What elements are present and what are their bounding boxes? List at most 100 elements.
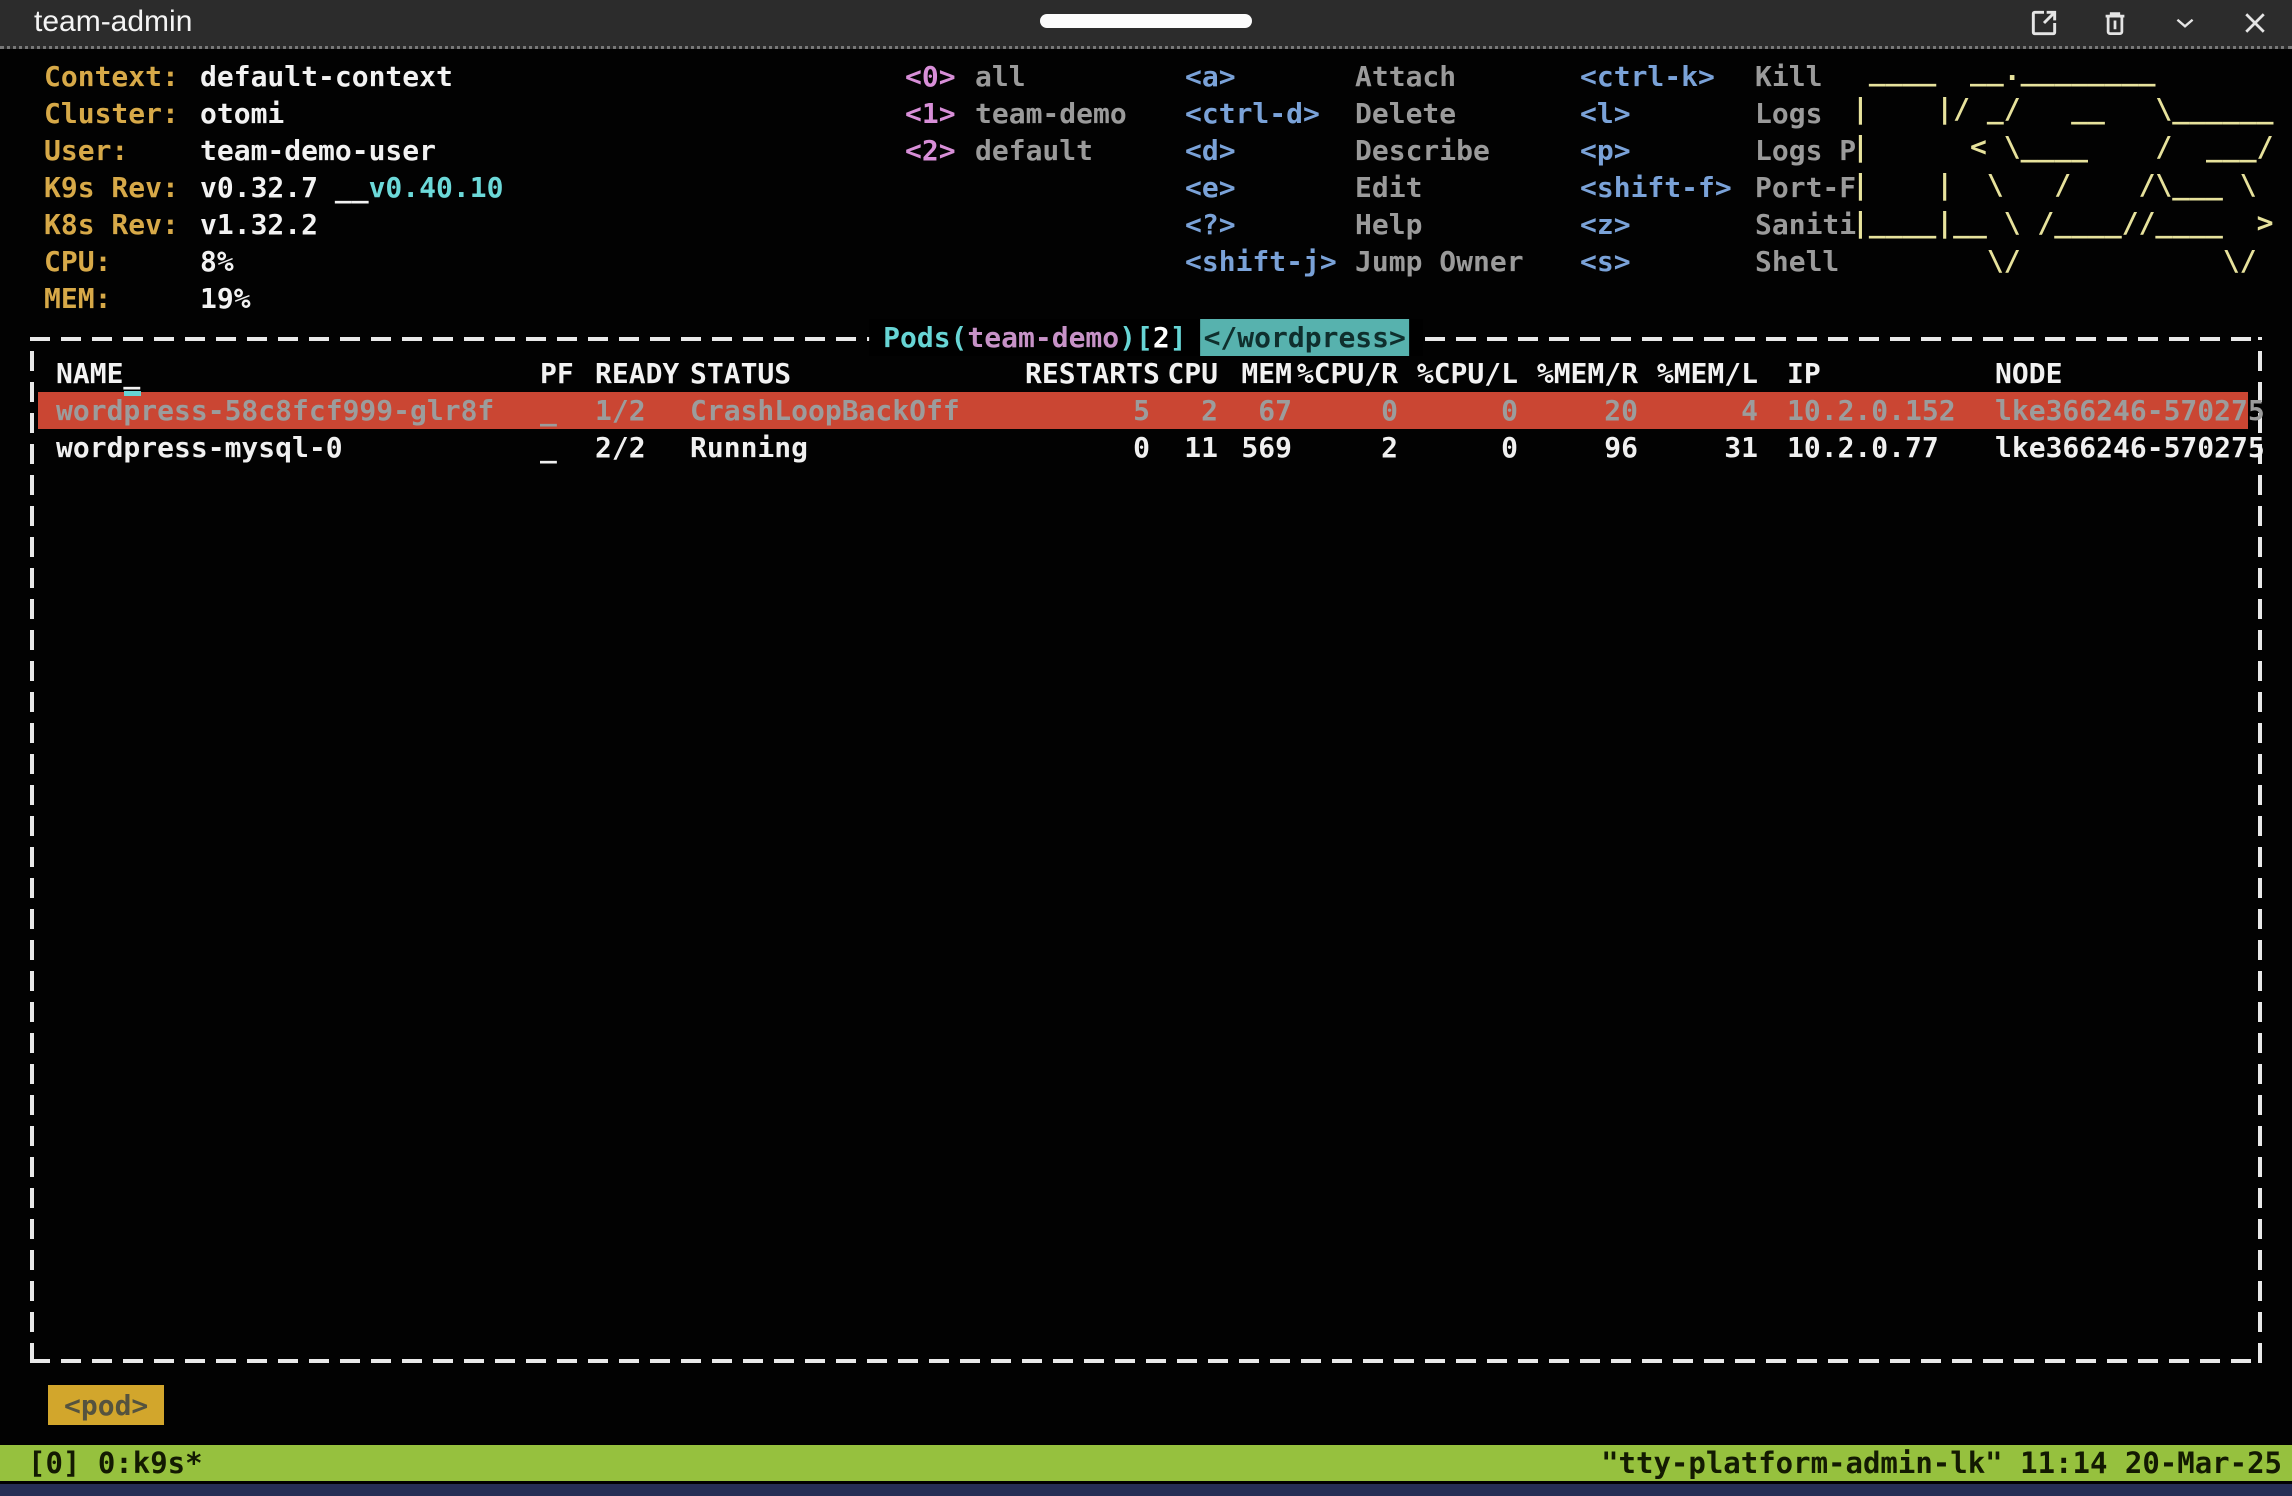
hotkey-label: Jump Owner <box>1355 243 1524 280</box>
info-row-user: User: team-demo-user <box>44 132 503 169</box>
command-shell[interactable]: <s> Shell <box>1580 243 1856 280</box>
command-logs-previous[interactable]: <p> Logs P <box>1580 132 1856 169</box>
bottom-strip <box>0 1484 2292 1496</box>
namespace-item-all[interactable]: <0> all <box>905 58 1127 95</box>
hotkey-label: Edit <box>1355 169 1422 206</box>
col-header-mem: MEM <box>1218 355 1292 392</box>
command-menu-col2: <ctrl-k> Kill <l> Logs <p> Logs P <shift… <box>1580 58 1856 280</box>
hotkey: <0> <box>905 58 975 95</box>
close-icon[interactable] <box>2240 8 2270 38</box>
table-header-row: NAME_ PF READY STATUS RESTARTS CPU MEM %… <box>38 355 2248 392</box>
info-label: K9s Rev: <box>44 169 200 206</box>
open-in-new-icon[interactable] <box>2028 7 2060 39</box>
hotkey-label: Logs <box>1755 95 1822 132</box>
hotkey: <?> <box>1185 206 1355 243</box>
pods-breadcrumb: Pods(team-demo)[2]</wordpress> <box>869 319 1423 356</box>
hotkey-label: team-demo <box>975 95 1127 132</box>
hotkey: <1> <box>905 95 975 132</box>
pod-mem: 569 <box>1218 429 1292 466</box>
pod-node: lke366246-570275 <box>1968 429 2265 466</box>
hotkey-label: Port-F <box>1755 169 1856 206</box>
hotkey: <d> <box>1185 132 1355 169</box>
command-kill[interactable]: <ctrl-k> Kill <box>1580 58 1856 95</box>
info-row-cluster: Cluster: otomi <box>44 95 503 132</box>
col-header-ready: READY <box>595 355 690 392</box>
command-help[interactable]: <?> Help <box>1185 206 1524 243</box>
col-header-pcpu-l: %CPU/L <box>1398 355 1518 392</box>
hotkey-label: Kill <box>1755 58 1822 95</box>
info-label: Cluster: <box>44 95 200 132</box>
col-header-name: NAME_ <box>38 355 540 392</box>
col-header-status: STATUS <box>690 355 1025 392</box>
col-header-pmem-l: %MEM/L <box>1638 355 1758 392</box>
namespace-item-team-demo[interactable]: <1> team-demo <box>905 95 1127 132</box>
command-menu-col1: <a> Attach <ctrl-d> Delete <d> Describe … <box>1185 58 1524 280</box>
col-header-label: NAME_ <box>56 357 140 390</box>
hotkey: <a> <box>1185 58 1355 95</box>
pod-ip: 10.2.0.77 <box>1758 429 1968 466</box>
col-header-pmem-r: %MEM/R <box>1518 355 1638 392</box>
command-port-forward[interactable]: <shift-f> Port-F <box>1580 169 1856 206</box>
k9s-upgrade-version: v0.40.10 <box>369 171 504 204</box>
command-delete[interactable]: <ctrl-d> Delete <box>1185 95 1524 132</box>
window-title: team-admin <box>34 5 192 39</box>
info-label: K8s Rev: <box>44 206 200 243</box>
command-describe[interactable]: <d> Describe <box>1185 132 1524 169</box>
col-header-node: NODE <box>1968 355 2248 392</box>
info-value: default-context <box>200 58 453 95</box>
info-row-k8s-rev: K8s Rev: v1.32.2 <box>44 206 503 243</box>
pod-restarts: 5 <box>1025 392 1150 429</box>
info-value: 19% <box>200 280 251 317</box>
table-row[interactable]: wordpress-58c8fcf999-glr8f _ 1/2 CrashLo… <box>38 392 2248 429</box>
info-value: v1.32.2 <box>200 206 318 243</box>
pod-pcpu-l: 0 <box>1398 429 1518 466</box>
hotkey-label: Describe <box>1355 132 1490 169</box>
col-header-pcpu-r: %CPU/R <box>1292 355 1398 392</box>
pod-pf: _ <box>540 392 595 429</box>
trash-icon[interactable] <box>2100 7 2130 39</box>
k9s-terminal: Context: default-context Cluster: otomi … <box>0 49 2292 1496</box>
info-value: otomi <box>200 95 284 132</box>
hotkey-label: Attach <box>1355 58 1456 95</box>
namespace-hotkeys: <0> all <1> team-demo <2> default <box>905 58 1127 169</box>
command-jump-owner[interactable]: <shift-j> Jump Owner <box>1185 243 1524 280</box>
hotkey-label: all <box>975 58 1026 95</box>
hotkey: <z> <box>1580 206 1755 243</box>
pod-pcpu-r: 0 <box>1292 392 1398 429</box>
hotkey-label: Help <box>1355 206 1422 243</box>
hotkey-label: Shell <box>1755 243 1839 280</box>
info-row-context: Context: default-context <box>44 58 503 95</box>
info-label: CPU: <box>44 243 200 280</box>
command-sanitize[interactable]: <z> Saniti <box>1580 206 1856 243</box>
info-value: v0.32.7 __v0.40.10 <box>200 169 503 206</box>
table-row[interactable]: wordpress-mysql-0 _ 2/2 Running 0 11 569… <box>38 429 2248 466</box>
hotkey-label: Delete <box>1355 95 1456 132</box>
filter-chip: </wordpress> <box>1201 319 1409 356</box>
cluster-info: Context: default-context Cluster: otomi … <box>44 58 503 317</box>
col-header-cpu: CPU <box>1150 355 1218 392</box>
hotkey-label: default <box>975 132 1093 169</box>
pod-ready: 1/2 <box>595 392 690 429</box>
command-edit[interactable]: <e> Edit <box>1185 169 1524 206</box>
drag-handle[interactable] <box>1040 14 1252 28</box>
pod-pmem-r: 96 <box>1518 429 1638 466</box>
hotkey: <shift-f> <box>1580 169 1755 206</box>
hotkey: <shift-j> <box>1185 243 1355 280</box>
pod-count: 2 <box>1153 319 1170 356</box>
command-attach[interactable]: <a> Attach <box>1185 58 1524 95</box>
info-value: 8% <box>200 243 234 280</box>
hotkey-label: Saniti <box>1755 206 1856 243</box>
pods-panel: Pods(team-demo)[2]</wordpress> NAME_ PF … <box>30 337 2262 1363</box>
command-logs[interactable]: <l> Logs <box>1580 95 1856 132</box>
chevron-down-icon[interactable] <box>2170 10 2200 36</box>
col-header-ip: IP <box>1758 355 1968 392</box>
hotkey: <ctrl-d> <box>1185 95 1355 132</box>
breadcrumb-mid: )[ <box>1119 319 1153 356</box>
pod-ip: 10.2.0.152 <box>1758 392 1968 429</box>
pod-name: wordpress-58c8fcf999-glr8f <box>38 392 540 429</box>
tmux-status-bar: [0] 0:k9s* "tty-platform-admin-lk" 11:14… <box>0 1445 2292 1481</box>
pod-cpu: 11 <box>1150 429 1218 466</box>
hotkey: <l> <box>1580 95 1755 132</box>
info-row-k9s-rev: K9s Rev: v0.32.7 __v0.40.10 <box>44 169 503 206</box>
namespace-item-default[interactable]: <2> default <box>905 132 1127 169</box>
